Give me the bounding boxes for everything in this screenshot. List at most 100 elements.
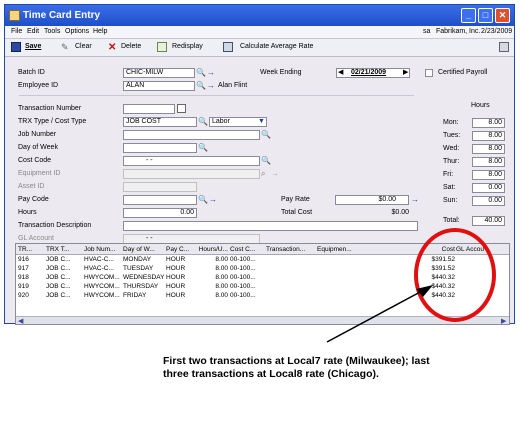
divider: [19, 95, 414, 96]
grid-column-header[interactable]: Pay C...: [166, 246, 193, 253]
table-cell: $440.32: [431, 274, 456, 281]
scroll-right-icon[interactable]: ▶: [501, 317, 506, 324]
hours-day-label: Wed:: [443, 145, 460, 152]
hours-day-label: Thur:: [443, 158, 460, 165]
dow-lookup-icon[interactable]: 🔍: [198, 143, 208, 152]
table-cell: HOUR: [166, 292, 186, 299]
status-company: Fabrikam, Inc.: [436, 28, 481, 35]
hours-day-value[interactable]: 0.00: [472, 196, 505, 206]
table-cell: $391.52: [431, 256, 456, 263]
annotation-caption: First two transactions at Local7 rate (M…: [163, 355, 430, 380]
maximize-button[interactable]: □: [478, 8, 493, 23]
hours-day-value[interactable]: 8.00: [472, 131, 505, 141]
table-cell: 916: [18, 256, 29, 263]
note-icon[interactable]: [177, 104, 186, 113]
table-cell: TUESDAY: [123, 265, 154, 272]
table-row[interactable]: 916 JOB C... HVAC-C... MONDAY HOUR 8.00 00-100…: [16, 256, 509, 265]
table-row[interactable]: 919 JOB C... HWYCOM... THURSDAY HOUR 8.00 00-1…: [16, 283, 509, 292]
table-row[interactable]: 918 JOB C... HWYCOM... WEDNESDAY HOUR 8.00 00-…: [16, 274, 509, 283]
next-week-icon[interactable]: ▶: [403, 68, 408, 76]
grid-column-header[interactable]: Day of W...: [123, 246, 165, 253]
close-button[interactable]: ✕: [495, 8, 510, 23]
prev-week-icon[interactable]: ◀: [338, 68, 343, 76]
hours-day-value[interactable]: 8.00: [472, 118, 505, 128]
menu-bar: File Edit Tools Options Help sa Fabrikam…: [5, 26, 514, 39]
hours-field[interactable]: 0.00: [123, 208, 197, 218]
table-cell: JOB C...: [46, 292, 71, 299]
menu-tools[interactable]: Tools: [44, 28, 60, 35]
menu-file[interactable]: File: [11, 28, 22, 35]
batch-lookup-icon[interactable]: 🔍: [196, 68, 206, 77]
total-cost-value: $0.00: [391, 209, 409, 216]
grid-column-header[interactable]: Equipmen...: [317, 246, 367, 253]
table-cell: 919: [18, 283, 29, 290]
hours-day-value[interactable]: 0.00: [472, 183, 505, 193]
total-hours-value: 40.00: [472, 216, 505, 226]
save-icon: [11, 42, 21, 52]
certified-payroll-checkbox[interactable]: [425, 69, 433, 77]
table-cell: MONDAY: [123, 256, 152, 263]
print-icon[interactable]: [499, 42, 509, 52]
week-ending-field[interactable]: 02/21/2009: [336, 68, 410, 78]
clear-button[interactable]: Clear: [75, 43, 92, 50]
minimize-button[interactable]: _: [461, 8, 476, 23]
table-cell: HOUR: [166, 256, 186, 263]
menu-options[interactable]: Options: [65, 28, 89, 35]
pay-code-lookup-icon[interactable]: 🔍: [198, 195, 208, 204]
trx-type-field[interactable]: JOB COST: [123, 117, 197, 127]
cost-code-lookup-icon[interactable]: 🔍: [261, 156, 271, 165]
batch-expand-icon[interactable]: →: [207, 68, 216, 77]
grid-column-header[interactable]: Cost: [411, 246, 455, 253]
grid-column-header[interactable]: Transaction...: [266, 246, 314, 253]
trx-type-label: TRX Type / Cost Type: [18, 118, 87, 125]
table-cell: HOUR: [166, 283, 186, 290]
job-number-field[interactable]: [123, 130, 260, 140]
employee-lookup-icon[interactable]: 🔍: [196, 81, 206, 90]
batch-id-field[interactable]: CHIC-MILW: [123, 68, 195, 78]
employee-expand-icon[interactable]: →: [207, 81, 216, 90]
table-cell: HWYCOM...: [84, 283, 120, 290]
equipment-lookup-icon: ⌕: [261, 169, 266, 178]
table-row[interactable]: 917 JOB C... HVAC-C... TUESDAY HOUR 8.00 00-10…: [16, 265, 509, 274]
hours-day-value[interactable]: 8.00: [472, 157, 505, 167]
delete-button[interactable]: Delete: [121, 43, 141, 50]
grid-column-header[interactable]: Hours/U...: [194, 246, 228, 253]
grid-column-header[interactable]: Job Num...: [84, 246, 122, 253]
table-cell: 00-100...: [230, 283, 256, 290]
redisplay-button[interactable]: Redisplay: [172, 43, 203, 50]
table-cell: HWYCOM...: [84, 292, 120, 299]
pay-code-expand-icon[interactable]: →: [209, 195, 218, 204]
menu-help[interactable]: Help: [93, 28, 107, 35]
window-title: Time Card Entry: [23, 10, 101, 21]
grid-column-header[interactable]: Cost C...: [230, 246, 264, 253]
scroll-left-icon[interactable]: ◀: [18, 317, 23, 324]
grid-column-header[interactable]: TR...: [18, 246, 44, 253]
grid-column-header[interactable]: GL Accou: [456, 246, 509, 253]
hours-day-value[interactable]: 8.00: [472, 144, 505, 154]
table-row[interactable]: 920 JOB C... HWYCOM... FRIDAY HOUR 8.00 00-100…: [16, 292, 509, 301]
pay-rate-expand-icon[interactable]: →: [411, 195, 420, 204]
hours-day-value[interactable]: 8.00: [472, 170, 505, 180]
employee-id-field[interactable]: ALAN: [123, 81, 195, 91]
horizontal-scrollbar[interactable]: ◀ ▶: [16, 316, 509, 324]
grid-column-header[interactable]: TRX T...: [46, 246, 82, 253]
hours-panel-title: Hours: [471, 102, 490, 109]
transaction-description-field[interactable]: [123, 221, 418, 231]
job-lookup-icon[interactable]: 🔍: [261, 130, 271, 139]
hours-day-label: Mon:: [443, 119, 459, 126]
calculate-average-rate-button[interactable]: Calculate Average Rate: [240, 43, 313, 50]
pay-code-field[interactable]: [123, 195, 197, 205]
chevron-down-icon[interactable]: ▼: [258, 117, 267, 126]
trx-type-lookup-icon[interactable]: 🔍: [198, 117, 208, 126]
table-cell: $440.32: [431, 283, 456, 290]
week-ending-value: 02/21/2009: [351, 69, 387, 76]
asset-id-field: [123, 182, 197, 192]
pay-rate-field[interactable]: $0.00: [335, 195, 409, 205]
employee-name: Alan Flint: [218, 82, 248, 89]
table-cell: FRIDAY: [123, 292, 147, 299]
transaction-number-field[interactable]: [123, 104, 175, 114]
cost-code-field[interactable]: - -: [123, 156, 260, 166]
save-button[interactable]: Save: [25, 43, 41, 50]
menu-edit[interactable]: Edit: [27, 28, 39, 35]
day-of-week-field[interactable]: [123, 143, 197, 153]
